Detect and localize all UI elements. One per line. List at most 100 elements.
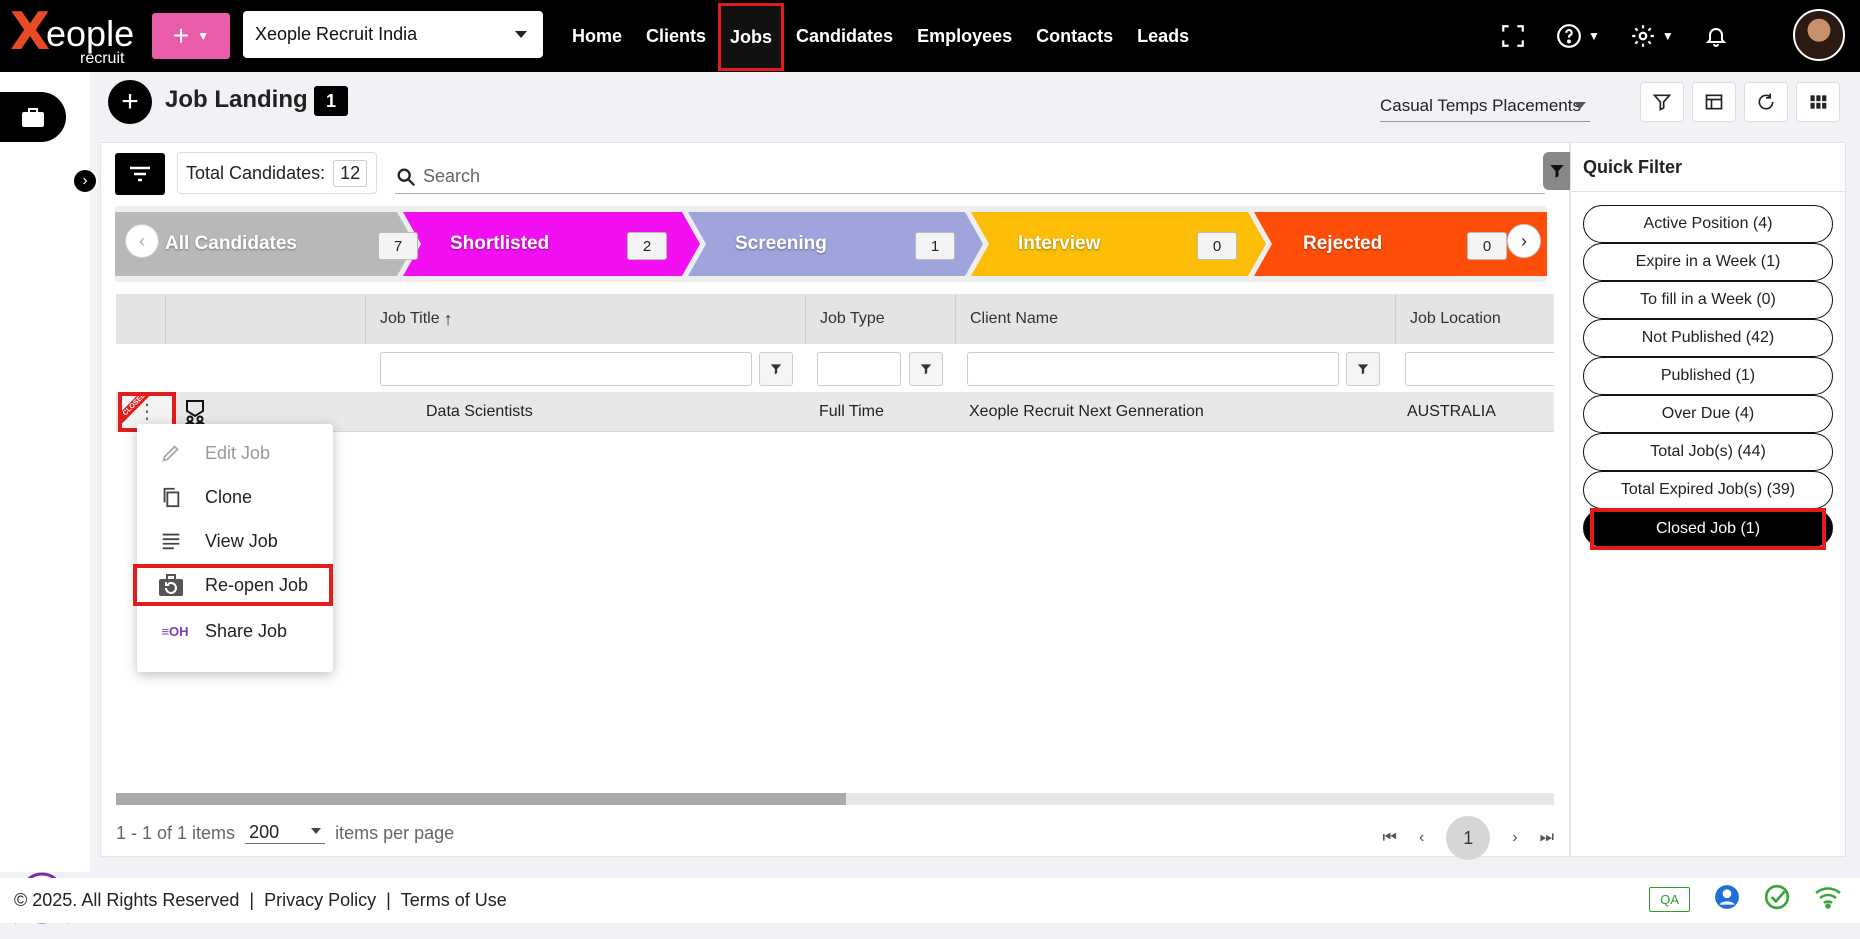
qa-badge[interactable]: QA (1649, 887, 1690, 912)
stage-label: Interview (1018, 233, 1101, 254)
help-menu[interactable]: ▼ (1556, 23, 1600, 49)
qf-total-jobs[interactable]: Total Job(s) (44) (1583, 433, 1833, 471)
job-title-filter-button[interactable] (759, 352, 793, 386)
total-candidates: Total Candidates: 12 (177, 152, 377, 194)
plus-icon: + (121, 85, 139, 118)
footer-icons: QA (1649, 884, 1842, 915)
chevron-right-icon: › (1521, 230, 1527, 251)
footer: © 2025. All Rights Reserved | Privacy Po… (0, 878, 1860, 923)
client-name-filter-button[interactable] (1346, 352, 1380, 386)
job-location-filter-input[interactable] (1405, 352, 1554, 386)
prev-page-icon[interactable]: ‹ (1419, 829, 1424, 847)
columns-button[interactable] (1692, 82, 1736, 122)
current-page-button[interactable]: 1 (1446, 816, 1491, 860)
pipeline-next-button[interactable]: › (1507, 224, 1541, 258)
expand-sidebar-button[interactable]: › (72, 168, 98, 194)
filter-icon (1357, 364, 1369, 375)
stage-interview[interactable]: Interview 0 (1018, 212, 1258, 276)
menu-item-label: View Job (205, 530, 278, 551)
check-circle-icon[interactable] (1764, 884, 1790, 915)
header-client-name[interactable]: Client Name (956, 294, 1396, 344)
header-job-title[interactable]: Job Title ↑ (366, 294, 806, 344)
nav-leads[interactable]: Leads (1125, 0, 1201, 72)
stage-count: 7 (378, 232, 418, 260)
search-input[interactable]: Search (395, 160, 1545, 194)
qf-to-fill-in-week[interactable]: To fill in a Week (0) (1583, 281, 1833, 319)
qf-over-due[interactable]: Over Due (4) (1583, 395, 1833, 433)
header-job-title-label: Job Title (380, 310, 440, 327)
qf-not-published[interactable]: Not Published (42) (1583, 319, 1833, 357)
client-name-cell[interactable]: Xeople Recruit Next Genneration (969, 392, 1204, 432)
scrollbar-thumb[interactable] (116, 793, 846, 805)
toggle-filters-button[interactable] (115, 153, 165, 195)
last-page-icon[interactable]: ⏭ (1540, 829, 1554, 847)
stage-count: 1 (915, 232, 955, 260)
app-logo[interactable]: X eople recruit (8, 4, 140, 68)
nav-home[interactable]: Home (560, 0, 634, 72)
client-name-filter-input[interactable] (967, 352, 1339, 386)
nav-contacts[interactable]: Contacts (1024, 0, 1125, 72)
qf-active-position[interactable]: Active Position (4) (1583, 205, 1833, 243)
chevron-left-icon: ‹ (139, 230, 145, 251)
nav-employees[interactable]: Employees (905, 0, 1024, 72)
qf-closed-job-label: Closed Job (1) (1590, 508, 1826, 550)
next-page-icon[interactable]: › (1512, 829, 1517, 847)
quick-add-button[interactable]: + ▼ (152, 13, 230, 59)
header-job-location[interactable]: Job Location (1396, 294, 1554, 344)
job-type-filter-input[interactable] (817, 352, 901, 386)
nav-clients[interactable]: Clients (634, 0, 718, 72)
stage-shortlisted[interactable]: Shortlisted 2 (450, 212, 690, 276)
job-title-cell[interactable]: Data Scientists (426, 392, 533, 432)
header-job-type[interactable]: Job Type (806, 294, 956, 344)
first-page-icon[interactable]: ⏮ (1383, 829, 1397, 847)
refresh-button[interactable] (1744, 82, 1788, 122)
horizontal-scrollbar[interactable] (116, 793, 1554, 805)
job-title-filter-input[interactable] (380, 352, 752, 386)
organization-select[interactable]: Xeople Recruit India (243, 11, 543, 58)
fullscreen-icon[interactable] (1500, 23, 1526, 49)
dropdown-arrow-icon (515, 31, 527, 38)
help-icon (1557, 24, 1581, 48)
menu-item-label: Share Job (205, 620, 288, 641)
add-job-button[interactable]: + (108, 80, 152, 124)
pipeline-prev-button[interactable]: ‹ (125, 224, 159, 258)
nav-jobs[interactable]: Jobs (718, 3, 785, 71)
job-count-badge: 1 (314, 86, 348, 116)
logo-subtext: recruit (80, 50, 125, 67)
jobs-module-button[interactable] (0, 92, 66, 142)
grid-filter-row (116, 344, 1554, 392)
qf-total-expired-jobs[interactable]: Total Expired Job(s) (39) (1583, 471, 1833, 509)
reopen-briefcase-icon (157, 573, 185, 597)
pager-summary: 1 - 1 of 1 items (116, 822, 236, 843)
menu-item-share-job[interactable]: ≡OH Share Job (137, 610, 333, 652)
qf-closed-job[interactable]: Closed Job (1) (1583, 508, 1833, 550)
terms-of-use-link[interactable]: Terms of Use (401, 890, 507, 911)
filter-button[interactable] (1640, 82, 1684, 122)
organization-select-value: Xeople Recruit India (255, 24, 418, 44)
menu-item-label: Clone (205, 486, 253, 507)
header-cell-blank (116, 294, 166, 344)
privacy-policy-link[interactable]: Privacy Policy (264, 890, 376, 911)
side-filter-button[interactable] (1543, 152, 1571, 190)
wifi-icon[interactable] (1814, 885, 1842, 914)
stage-all-candidates[interactable]: All Candidates 7 (165, 212, 418, 276)
stage-screening[interactable]: Screening 1 (735, 212, 975, 276)
main-nav: Home Clients Jobs Candidates Employees C… (560, 0, 1201, 72)
qf-published[interactable]: Published (1) (1583, 357, 1833, 395)
quick-filter-panel: Quick Filter Active Position (4) Expire … (1570, 142, 1847, 857)
grid-view-button[interactable] (1796, 82, 1840, 122)
top-icons: ▼ ▼ (1500, 0, 1728, 72)
bell-icon[interactable] (1704, 24, 1728, 48)
nav-candidates[interactable]: Candidates (784, 0, 905, 72)
menu-item-clone[interactable]: Clone (137, 476, 333, 518)
job-type-filter-button[interactable] (909, 352, 943, 386)
placement-type-select[interactable]: Casual Temps Placements (1380, 92, 1590, 122)
qf-expire-in-week[interactable]: Expire in a Week (1) (1583, 243, 1833, 281)
settings-menu[interactable]: ▼ (1630, 23, 1674, 49)
menu-item-reopen-job[interactable]: Re-open Job (133, 564, 333, 606)
menu-item-view-job[interactable]: View Job (137, 520, 333, 562)
user-avatar[interactable] (1793, 9, 1845, 61)
menu-item-edit-job[interactable]: Edit Job (137, 432, 333, 474)
user-circle-icon[interactable] (1714, 884, 1740, 915)
page-size-select[interactable]: 200 (245, 822, 326, 844)
